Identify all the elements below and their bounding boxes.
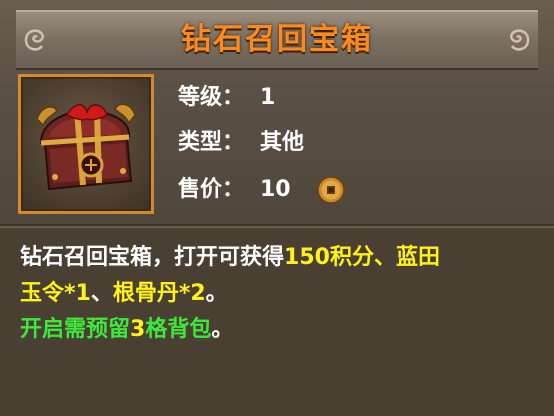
copper-coin-icon (317, 176, 345, 204)
level-value: 1 (260, 85, 276, 110)
description-text: 。 (211, 317, 234, 342)
description-text: 。 (205, 281, 228, 306)
description-reward: 根骨丹*2 (112, 281, 206, 306)
title-banner: 钻石召回宝箱 (16, 10, 538, 70)
type-value: 其他 (260, 130, 305, 155)
item-description: 钻石召回宝箱，打开可获得150积分、蓝田 玉令*1、根骨丹*2。 开启需预留3格… (20, 240, 540, 348)
description-line-1: 钻石召回宝箱，打开可获得150积分、蓝田 (20, 240, 540, 276)
type-label: 类型： (178, 130, 245, 155)
section-divider (0, 224, 554, 228)
description-line-2: 玉令*1、根骨丹*2。 (20, 276, 540, 312)
item-title: 钻石召回宝箱 (181, 22, 373, 57)
description-line-3: 开启需预留3格背包。 (20, 312, 540, 348)
item-icon-slot[interactable] (18, 74, 154, 214)
description-requirement: 格背包 (145, 317, 212, 342)
item-tooltip-panel: 钻石召回宝箱 等级： 1 类型： 其他 售价： 10 钻石召回宝箱，打开可获得1… (0, 0, 554, 416)
description-requirement: 开启需预留 (20, 317, 131, 342)
price-value: 10 (260, 177, 291, 202)
attribute-type: 类型： 其他 (178, 123, 304, 163)
treasure-chest-icon (36, 103, 136, 191)
description-reward: 玉令*1 (20, 281, 91, 306)
scroll-ornament-right-icon (510, 29, 530, 51)
level-label: 等级： (178, 85, 245, 110)
description-slot-count: 3 (130, 317, 146, 342)
attribute-level: 等级： 1 (178, 78, 275, 118)
description-text: 钻石召回宝箱，打开可获得 (20, 245, 285, 270)
price-label: 售价： (178, 177, 245, 202)
description-text: 、 (90, 281, 113, 306)
description-reward: 150积分、蓝田 (284, 245, 440, 270)
attribute-price: 售价： 10 (178, 170, 291, 210)
